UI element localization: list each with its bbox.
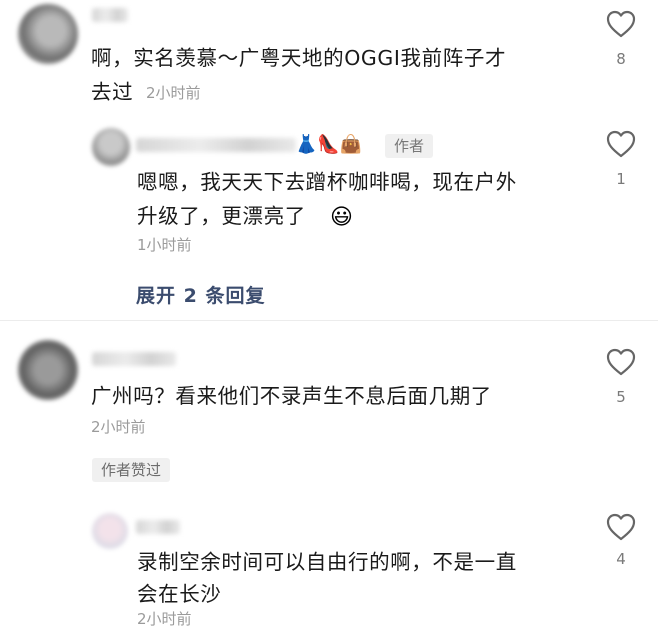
author-liked-badge: 作者赞过 xyxy=(92,458,171,482)
grinning-face-emoji: 😃 xyxy=(330,205,353,230)
comment-time: 1小时前 xyxy=(137,236,192,254)
comment-text-line1: 录制空余时间可以自由行的啊，不是一直 xyxy=(137,550,517,574)
comment-text-line2: 会在长沙 xyxy=(137,582,222,606)
comment-text-line2: 升级了，更漂亮了 xyxy=(137,204,306,228)
heart-outline-icon[interactable] xyxy=(606,513,636,541)
like-count: 8 xyxy=(616,50,626,68)
author-tag: 作者 xyxy=(385,134,434,158)
avatar[interactable] xyxy=(92,128,130,166)
avatar[interactable] xyxy=(18,4,78,64)
comment-text-line1: 嗯嗯，我天天下去蹭杯咖啡喝，现在户外 xyxy=(137,170,517,194)
avatar[interactable] xyxy=(18,340,78,400)
comment-time: 2小时前 xyxy=(146,84,201,102)
comment-time: 2小时前 xyxy=(91,418,146,436)
username-blurred[interactable] xyxy=(136,520,180,534)
like-count: 5 xyxy=(616,388,626,406)
divider xyxy=(0,320,658,321)
expand-replies-button[interactable]: 展开 2 条回复 xyxy=(136,284,265,308)
comment-text-line1: 啊，实名羡慕～广粤天地的OGGI我前阵子才 xyxy=(91,46,507,70)
like-count: 4 xyxy=(616,550,626,568)
username-blurred[interactable] xyxy=(136,138,296,152)
username-blurred[interactable] xyxy=(92,352,176,366)
comment-text-line1: 广州吗？看来他们不录声生不息后面几期了 xyxy=(91,384,492,408)
heart-outline-icon[interactable] xyxy=(606,10,636,38)
heart-outline-icon[interactable] xyxy=(606,348,636,376)
username-emojis: 👗👠👜 xyxy=(295,134,363,155)
like-count: 1 xyxy=(616,170,626,188)
heart-outline-icon[interactable] xyxy=(606,130,636,158)
username-blurred[interactable] xyxy=(92,8,128,22)
comment-time: 2小时前 xyxy=(137,610,192,628)
comment-text-line2: 去过 xyxy=(91,80,134,104)
avatar[interactable] xyxy=(92,513,128,549)
comment-section: 啊，实名羡慕～广粤天地的OGGI我前阵子才 去过 2小时前 8 👗👠👜 作者 嗯… xyxy=(0,0,658,640)
